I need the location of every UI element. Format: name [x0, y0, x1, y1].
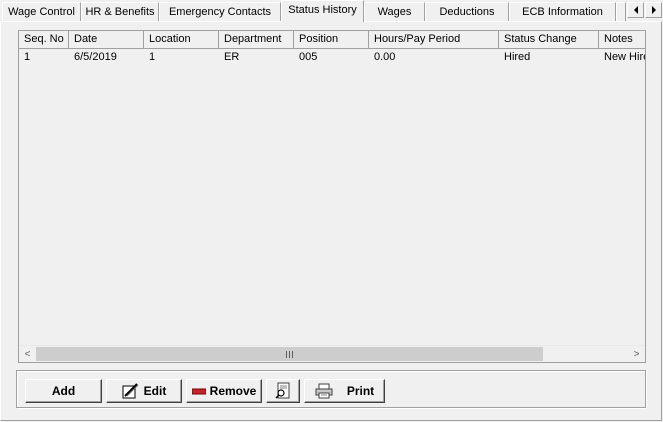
cell-position: 005	[299, 51, 318, 63]
column-header-location[interactable]: Location	[144, 31, 219, 49]
tab-status-history[interactable]: Status History	[281, 0, 364, 22]
tab-deductions[interactable]: Deductions	[425, 2, 509, 22]
chevron-right-icon: >	[633, 348, 640, 360]
scroll-track[interactable]	[36, 347, 628, 361]
tab-emergency-contacts[interactable]: Emergency Contacts	[159, 2, 281, 22]
print-button-label: Print	[346, 384, 375, 398]
remove-button[interactable]: Remove	[186, 379, 262, 403]
cell-status-change: Hired	[504, 51, 531, 63]
tab-label: Wages	[377, 6, 412, 18]
edit-pencil-icon	[122, 383, 139, 399]
column-header-hours-pay-period[interactable]: Hours/Pay Period	[369, 31, 499, 49]
remove-button-label: Remove	[209, 384, 257, 398]
add-button[interactable]: Add	[25, 379, 102, 403]
tab-strip: Wage Control HR & Benefits Emergency Con…	[0, 0, 663, 22]
chevron-left-icon: <	[24, 348, 31, 360]
cell-hours-pay-period: 0.00	[374, 51, 396, 63]
horizontal-scrollbar[interactable]: < >	[19, 345, 645, 362]
button-bar: Add Edit Remove Print	[16, 370, 646, 408]
column-header-seq-no[interactable]: Seq. No	[19, 31, 69, 49]
tab-scroll-left-button[interactable]	[627, 2, 644, 18]
tab-label: HR & Benefits	[85, 6, 155, 18]
print-preview-icon	[275, 382, 290, 399]
tab-hr-benefits[interactable]: HR & Benefits	[81, 2, 159, 22]
remove-bar-icon	[191, 388, 206, 395]
add-button-label: Add	[51, 384, 76, 398]
tab-label: Deductions	[439, 6, 495, 18]
column-header-notes[interactable]: Notes	[599, 31, 645, 49]
column-header-date[interactable]: Date	[69, 31, 144, 49]
column-header-status-change[interactable]: Status Change	[499, 31, 599, 49]
arrow-right-icon	[651, 6, 656, 14]
tab-scroll-right-button[interactable]	[645, 2, 662, 18]
printer-icon	[315, 383, 333, 399]
edit-button-label: Edit	[143, 384, 167, 398]
status-history-grid[interactable]: Seq. No Date Location Department Positio…	[18, 30, 646, 363]
grip-icon	[286, 350, 293, 358]
table-row[interactable]: 1 6/5/2019 1 ER 005 0.00 Hired New Hire	[19, 49, 646, 66]
tab-wages[interactable]: Wages	[364, 2, 425, 22]
print-button[interactable]: Print	[304, 379, 385, 403]
cell-date: 6/5/2019	[74, 51, 117, 63]
cell-notes: New Hire	[604, 51, 646, 63]
column-header-department[interactable]: Department	[219, 31, 294, 49]
scroll-right-button[interactable]: >	[628, 346, 645, 362]
tab-label: Wage Control	[8, 6, 75, 18]
grid-header: Seq. No Date Location Department Positio…	[19, 31, 645, 49]
column-header-position[interactable]: Position	[294, 31, 369, 49]
arrow-left-icon	[633, 6, 638, 14]
tab-label: ECB Information	[522, 6, 603, 18]
tab-overflow	[616, 2, 626, 22]
cell-department: ER	[224, 51, 240, 63]
tab-label: Emergency Contacts	[168, 6, 272, 18]
edit-button[interactable]: Edit	[106, 379, 182, 403]
cell-seq-no: 1	[24, 51, 31, 63]
scroll-thumb[interactable]	[36, 347, 543, 361]
tab-label: Status History	[288, 4, 357, 16]
tab-wage-control[interactable]: Wage Control	[2, 2, 81, 22]
scroll-left-button[interactable]: <	[19, 346, 36, 362]
tab-ecb-information[interactable]: ECB Information	[509, 2, 616, 22]
cell-location: 1	[149, 51, 156, 63]
print-preview-button[interactable]	[266, 379, 300, 403]
